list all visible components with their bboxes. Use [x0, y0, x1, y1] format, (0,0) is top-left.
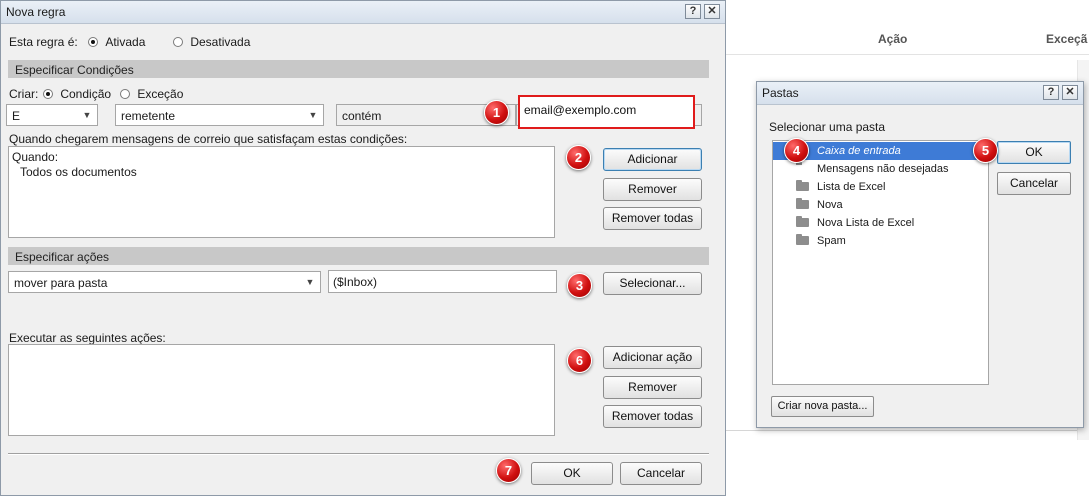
- radio-active-label: Ativada: [105, 35, 146, 49]
- action-type-select[interactable]: mover para pasta ▼: [8, 271, 321, 293]
- radio-exception-indicator[interactable]: [120, 89, 130, 99]
- condition-logic-value: E: [12, 109, 21, 123]
- folder-item-label: Mensagens não desejadas: [817, 163, 949, 175]
- condition-operator-value: contém: [342, 109, 382, 123]
- condition-field-select[interactable]: remetente ▼: [115, 104, 324, 126]
- radio-inactive-label: Desativada: [190, 35, 251, 49]
- select-folder-button[interactable]: Selecionar...: [603, 272, 702, 295]
- remove-action-button[interactable]: Remover: [603, 376, 702, 399]
- add-action-button[interactable]: Adicionar ação: [603, 346, 702, 369]
- radio-exception-label: Exceção: [137, 87, 184, 101]
- column-header-exception[interactable]: Exceçã: [1046, 32, 1087, 46]
- close-button[interactable]: ✕: [1062, 85, 1078, 100]
- radio-condition-label: Condição: [60, 87, 112, 101]
- conditions-list-item[interactable]: Todos os documentos: [20, 165, 137, 179]
- condition-value-highlight: [518, 95, 695, 129]
- folder-item-label: Lista de Excel: [817, 181, 886, 193]
- folder-icon: [796, 198, 809, 209]
- chevron-down-icon: ▼: [308, 110, 318, 120]
- radio-condition-indicator[interactable]: [43, 89, 53, 99]
- close-button[interactable]: ✕: [704, 4, 720, 19]
- remove-condition-button[interactable]: Remover: [603, 178, 702, 201]
- column-header-action[interactable]: Ação: [878, 32, 907, 46]
- conditions-description: Quando chegarem mensagens de correio que…: [9, 132, 408, 146]
- rule-dialog: Nova regra ? ✕ Esta regra é: Ativada Des…: [0, 0, 726, 496]
- annotation-marker-7: 7: [496, 458, 521, 483]
- folder-dialog-title: Pastas: [762, 86, 799, 100]
- folder-item-junk[interactable]: Mensagens não desejadas: [773, 160, 988, 178]
- folder-item-new-excel-list[interactable]: Nova Lista de Excel: [773, 214, 988, 232]
- folder-item-label: Nova: [817, 199, 843, 211]
- rule-status-label: Esta regra é:: [9, 35, 78, 49]
- conditions-section-header: Especificar Condições: [8, 60, 709, 78]
- annotation-marker-6: 6: [567, 348, 592, 373]
- annotation-marker-4: 4: [784, 138, 809, 163]
- annotation-marker-3: 3: [567, 273, 592, 298]
- conditions-list-item[interactable]: Quando:: [12, 150, 58, 164]
- radio-inactive[interactable]: Desativada: [173, 35, 250, 49]
- help-button[interactable]: ?: [1043, 85, 1059, 100]
- folder-item-nova[interactable]: Nova: [773, 196, 988, 214]
- select-folder-label: Selecionar uma pasta: [769, 120, 886, 134]
- chevron-down-icon: ▼: [82, 110, 92, 120]
- add-condition-button[interactable]: Adicionar: [603, 148, 702, 171]
- remove-all-conditions-button[interactable]: Remover todas: [603, 207, 702, 230]
- folder-icon: [796, 180, 809, 191]
- annotation-marker-2: 2: [566, 145, 591, 170]
- annotation-marker-1: 1: [484, 100, 509, 125]
- folder-icon: [796, 162, 809, 173]
- background-header: Ação Exceçã: [726, 0, 1089, 55]
- rule-dialog-titlebar[interactable]: Nova regra ? ✕: [1, 1, 725, 24]
- radio-inactive-indicator[interactable]: [173, 37, 183, 47]
- folder-item-spam[interactable]: Spam: [773, 232, 988, 250]
- radio-condition[interactable]: Condição: [43, 87, 111, 101]
- create-label: Criar:: [9, 87, 39, 101]
- radio-active-indicator[interactable]: [88, 37, 98, 47]
- radio-exception[interactable]: Exceção: [120, 87, 183, 101]
- conditions-list[interactable]: Quando: Todos os documentos: [8, 146, 555, 238]
- action-target-value: ($Inbox): [333, 275, 378, 289]
- rule-dialog-title: Nova regra: [6, 5, 66, 19]
- condition-value-input[interactable]: [524, 103, 684, 117]
- ok-button[interactable]: OK: [531, 462, 613, 485]
- folder-dialog: Pastas ? ✕ Selecionar uma pasta Caixa de…: [756, 81, 1084, 428]
- folder-item-excel-list[interactable]: Lista de Excel: [773, 178, 988, 196]
- folder-dialog-titlebar[interactable]: Pastas ? ✕: [757, 82, 1083, 105]
- actions-list[interactable]: [8, 344, 555, 436]
- folder-tree[interactable]: Caixa de entrada Mensagens não desejadas…: [772, 140, 989, 385]
- create-new-folder-button[interactable]: Criar nova pasta...: [771, 396, 874, 417]
- condition-field-value: remetente: [121, 109, 176, 123]
- cancel-button[interactable]: Cancelar: [620, 462, 702, 485]
- execute-actions-label: Executar as seguintes ações:: [9, 331, 166, 345]
- folder-icon: [796, 234, 809, 245]
- actions-section-header: Especificar ações: [8, 247, 709, 265]
- chevron-down-icon: ▼: [305, 277, 315, 287]
- footer-divider: [8, 453, 709, 455]
- folder-cancel-button[interactable]: Cancelar: [997, 172, 1071, 195]
- background-footer: [726, 430, 1089, 497]
- help-button[interactable]: ?: [685, 4, 701, 19]
- folder-item-label: Nova Lista de Excel: [817, 217, 915, 229]
- radio-active[interactable]: Ativada: [88, 35, 145, 49]
- condition-logic-select[interactable]: E ▼: [6, 104, 98, 126]
- annotation-marker-5: 5: [973, 138, 998, 163]
- remove-all-actions-button[interactable]: Remover todas: [603, 405, 702, 428]
- action-target-field[interactable]: ($Inbox): [328, 270, 557, 293]
- folder-item-label: Caixa de entrada: [817, 145, 901, 157]
- folder-item-label: Spam: [817, 235, 846, 247]
- folder-icon: [796, 216, 809, 227]
- folder-ok-button[interactable]: OK: [997, 141, 1071, 164]
- action-type-value: mover para pasta: [14, 276, 108, 290]
